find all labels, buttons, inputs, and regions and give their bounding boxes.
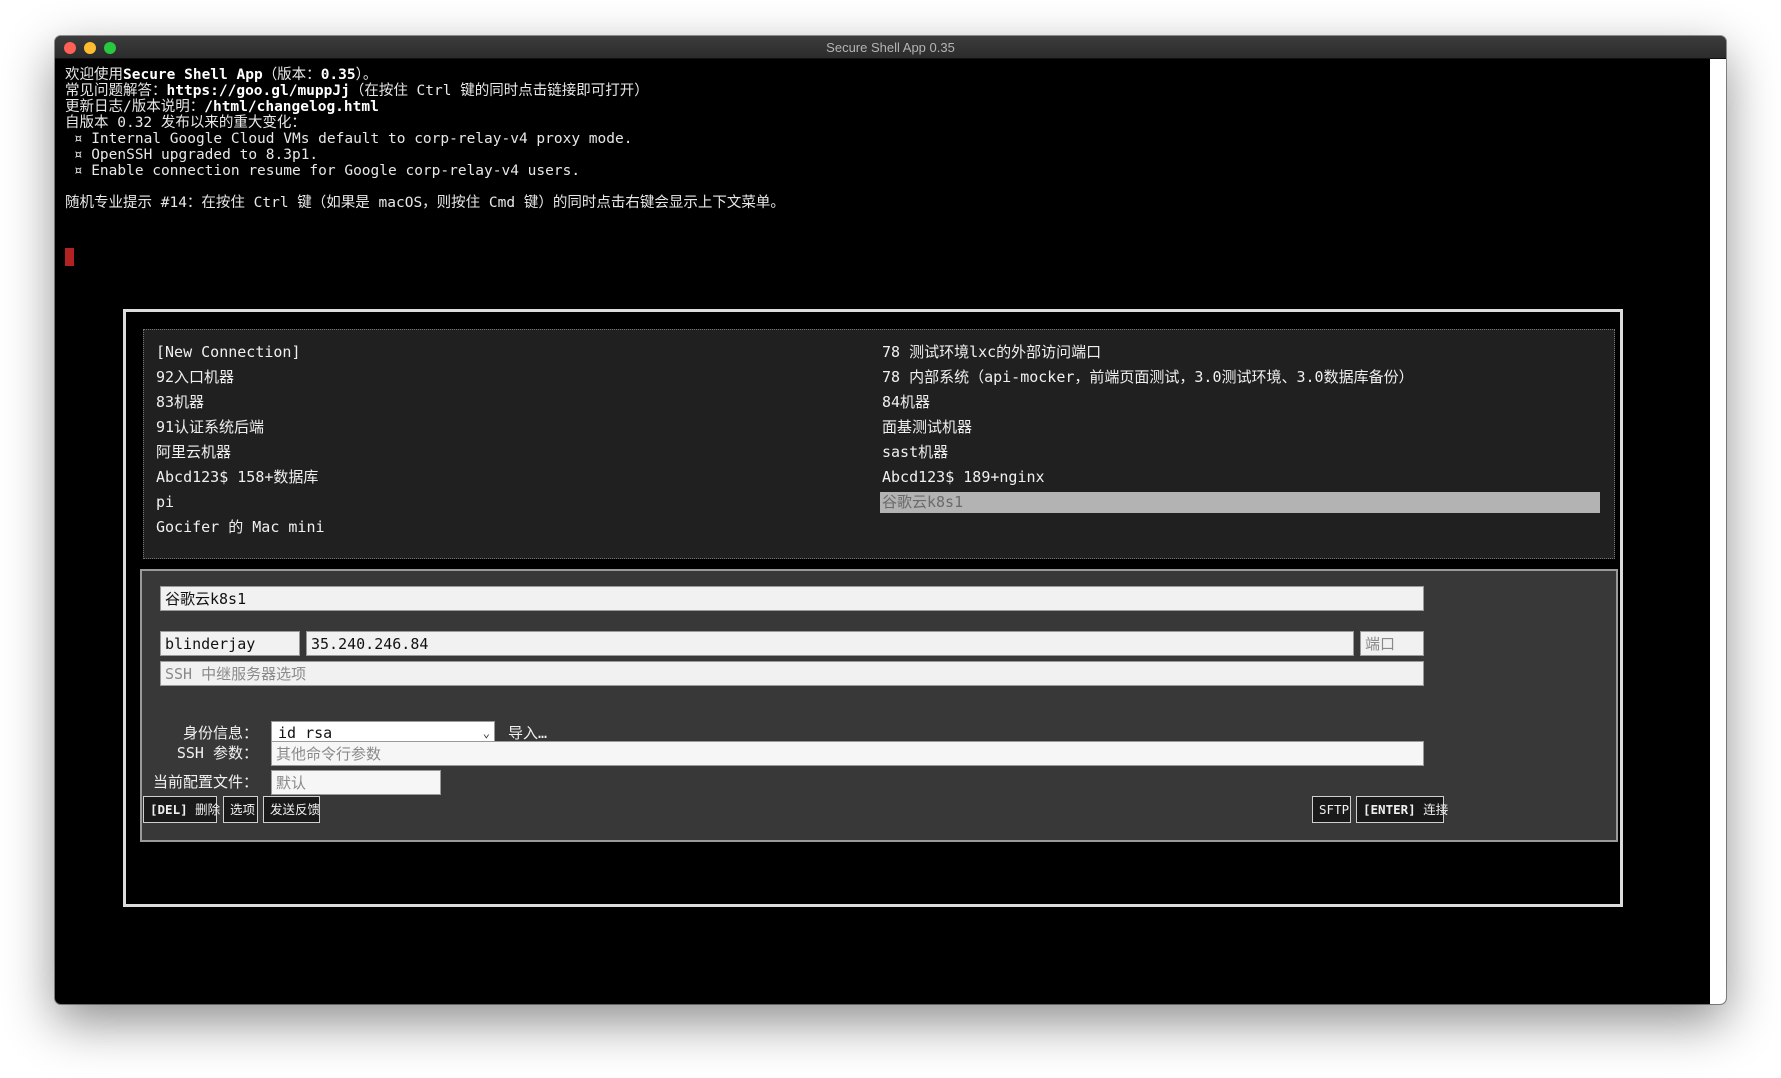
terminal-text: ¤ OpenSSH upgraded to 8.3p1. <box>65 147 319 163</box>
connection-item[interactable]: sast机器 <box>880 440 1600 465</box>
terminal-line: 随机专业提示 #14：在按住 Ctrl 键（如果是 macOS，则按住 Cmd … <box>65 194 1696 211</box>
connection-item[interactable]: Abcd123$ 189+nginx <box>880 465 1600 490</box>
terminal-text: ¤ Internal Google Cloud VMs default to c… <box>65 131 633 147</box>
connection-item[interactable]: 78 测试环境lxc的外部访问端口 <box>880 340 1600 365</box>
terminal-text: ）。 <box>355 67 378 83</box>
terminal-text: Secure Shell App <box>123 67 263 83</box>
hostname-field[interactable] <box>306 631 1354 656</box>
profile-label: 当前配置文件： <box>152 773 258 791</box>
sftp-button[interactable]: SFTP <box>1312 796 1351 823</box>
relay-options-field[interactable] <box>160 661 1424 686</box>
connect-button-label: 连接 <box>1423 802 1449 817</box>
connection-item[interactable]: 78 内部系统（api-mocker，前端页面测试，3.0测试环境、3.0数据库… <box>880 365 1600 390</box>
scrollbar-gutter[interactable] <box>1710 59 1726 1004</box>
identity-selected-value: id_rsa <box>278 724 333 742</box>
connection-item[interactable]: 面基测试机器 <box>880 415 1600 440</box>
terminal-text: 欢迎使用 <box>65 67 123 83</box>
terminal-text: 随机专业提示 #14：在按住 Ctrl 键（如果是 macOS，则按住 Cmd … <box>65 195 785 211</box>
terminal-cursor <box>65 248 74 266</box>
terminal-text: 更新日志/版本说明： <box>65 99 205 115</box>
connection-item[interactable]: pi <box>154 490 874 515</box>
connection-item[interactable]: Gocifer 的 Mac mini <box>154 515 874 540</box>
terminal-window: Secure Shell App 0.35 欢迎使用Secure Shell A… <box>55 36 1726 1004</box>
connection-item[interactable]: 91认证系统后端 <box>154 415 874 440</box>
terminal-line: 自版本 0.32 发布以来的重大变化： <box>65 114 1696 131</box>
terminal-line: ¤ OpenSSH upgraded to 8.3p1. <box>65 146 1696 163</box>
delete-key-hint: [DEL] <box>150 802 188 817</box>
connection-item[interactable]: 84机器 <box>880 390 1600 415</box>
terminal-text: 自版本 0.32 发布以来的重大变化： <box>65 115 306 131</box>
connection-item[interactable]: 92入口机器 <box>154 365 874 390</box>
username-field[interactable] <box>160 631 300 656</box>
window-title: Secure Shell App 0.35 <box>826 40 955 55</box>
terminal-text: （版本： <box>262 67 321 83</box>
terminal-output: 欢迎使用Secure Shell App（版本：0.35）。 常见问题解答：htt… <box>65 66 1696 211</box>
profile-field[interactable] <box>271 770 441 795</box>
connection-item[interactable]: Abcd123$ 158+数据库 <box>154 465 874 490</box>
ssh-args-field[interactable] <box>271 741 1424 766</box>
delete-button[interactable]: [DEL] 删除 <box>143 796 221 823</box>
connection-item-selected[interactable]: 谷歌云k8s1 <box>880 492 1600 513</box>
connection-item[interactable]: 阿里云机器 <box>154 440 874 465</box>
terminal-text: /html/changelog.html <box>204 99 379 115</box>
terminal-line: ¤ Enable connection resume for Google co… <box>65 162 1696 179</box>
terminal-text: ¤ Enable connection resume for Google co… <box>65 163 581 179</box>
description-field[interactable] <box>160 586 1424 611</box>
terminal-text: https://goo.gl/muppJj <box>166 83 350 99</box>
ssh-args-label: SSH 参数： <box>176 744 258 762</box>
terminal-text: 常见问题解答： <box>65 83 167 99</box>
send-feedback-button[interactable]: 发送反馈 <box>263 796 320 823</box>
options-button[interactable]: 选项 <box>223 796 258 823</box>
connect-key-hint: [ENTER] <box>1363 802 1416 817</box>
terminal-text: （在按住 Ctrl 键的同时点击链接即可打开） <box>349 83 649 99</box>
title-bar: Secure Shell App 0.35 <box>55 36 1726 59</box>
terminal-line: 常见问题解答：https://goo.gl/muppJj（在按住 Ctrl 键的… <box>65 82 1696 99</box>
connection-list-right-column: 78 测试环境lxc的外部访问端口 78 内部系统（api-mocker，前端页面… <box>880 340 1600 513</box>
connection-list-left-column: [New Connection] 92入口机器 83机器 91认证系统后端 阿里云机器 A… <box>154 340 874 540</box>
delete-button-label: 删除 <box>195 802 221 817</box>
terminal-text: 0.35 <box>320 67 356 83</box>
connection-list[interactable]: [New Connection] 92入口机器 83机器 91认证系统后端 阿里云机器 A… <box>143 329 1615 559</box>
connection-dialog: [New Connection] 92入口机器 83机器 91认证系统后端 阿里云机器 A… <box>123 309 1623 907</box>
port-field[interactable] <box>1360 631 1424 656</box>
terminal-line: ¤ Internal Google Cloud VMs default to c… <box>65 130 1696 147</box>
connection-item[interactable]: [New Connection] <box>154 340 874 365</box>
connection-item[interactable]: 83机器 <box>154 390 874 415</box>
connect-button[interactable]: [ENTER] 连接 <box>1356 796 1448 823</box>
terminal-line: 欢迎使用Secure Shell App（版本：0.35）。 <box>65 66 1696 83</box>
terminal-line: 更新日志/版本说明：/html/changelog.html <box>65 98 1696 115</box>
